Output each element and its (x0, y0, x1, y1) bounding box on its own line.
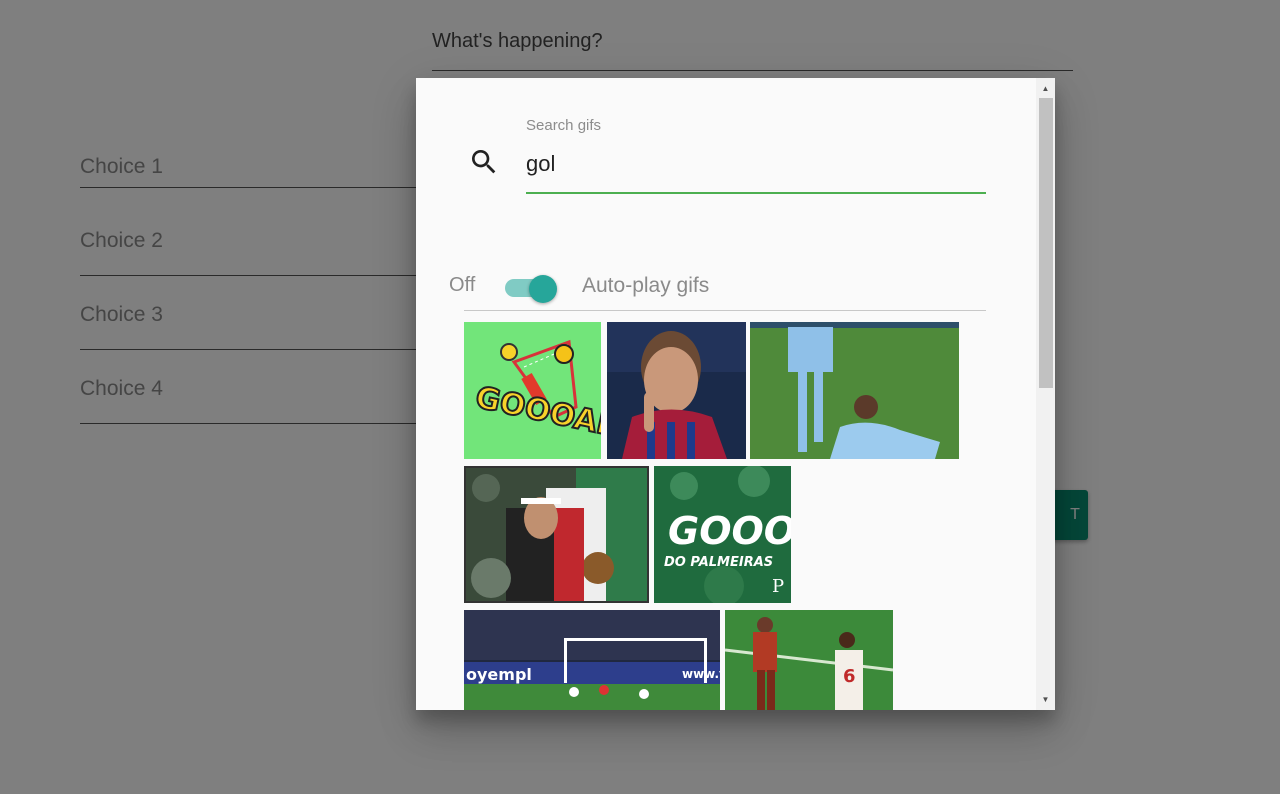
search-gifs-input[interactable] (526, 148, 986, 194)
dialog-scrollbar[interactable]: ▲ ▼ (1036, 78, 1055, 710)
gif-result-3[interactable] (750, 322, 959, 459)
gif-2-image (607, 322, 746, 459)
gif-1-image: GOOOALL!! (464, 322, 601, 459)
scroll-down-icon[interactable]: ▼ (1036, 691, 1055, 708)
gif-5-image: GOOOL DO PALMEIRAS P (654, 466, 791, 603)
gif-7-image: 6 (725, 610, 893, 710)
scroll-thumb[interactable] (1039, 98, 1053, 388)
gif-6-image: oyempl www.yo (464, 610, 720, 710)
autoplay-toggle-knob[interactable] (529, 275, 557, 303)
gif-result-2[interactable] (607, 322, 746, 459)
gif-3-image (750, 322, 959, 459)
search-gifs-label: Search gifs (526, 117, 602, 134)
gif-result-4[interactable] (464, 466, 649, 603)
gif-6-subcaption: www.yo (682, 667, 720, 681)
autoplay-label: Auto-play gifs (582, 274, 710, 297)
gif-4-image (466, 468, 647, 601)
scroll-up-icon[interactable]: ▲ (1036, 80, 1055, 97)
gif-7-caption: 6 (843, 666, 856, 687)
autoplay-off-label: Off (449, 274, 476, 296)
gif-5-caption: GOOOL (668, 509, 791, 553)
gif-6-caption: oyempl (466, 665, 532, 684)
svg-text:P: P (772, 576, 784, 597)
gif-picker-dialog: Search gifs Off Auto-play gifs GOOOALL!! (416, 78, 1055, 710)
autoplay-toggle-row: Off Auto-play gifs (449, 266, 986, 311)
search-icon[interactable] (468, 146, 500, 178)
gif-result-6[interactable]: oyempl www.yo (464, 610, 720, 710)
gif-result-5[interactable]: GOOOL DO PALMEIRAS P (654, 466, 791, 603)
gif-5-subcaption: DO PALMEIRAS (664, 555, 773, 570)
gif-result-7[interactable]: 6 (725, 610, 893, 710)
gif-result-1[interactable]: GOOOALL!! (464, 322, 601, 459)
